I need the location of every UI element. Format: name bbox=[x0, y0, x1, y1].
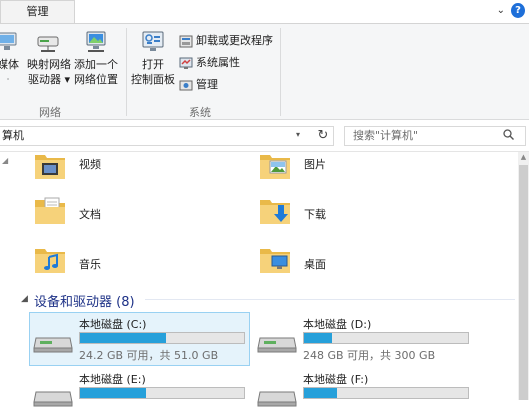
folder-label[interactable]: 视频 bbox=[79, 156, 101, 172]
section-title[interactable]: 设备和驱动器 (8) bbox=[34, 291, 135, 310]
open-control-panel-line1: 打开 bbox=[142, 58, 164, 71]
hard-drive-icon bbox=[256, 384, 298, 408]
add-network-location-line1: 添加一个 bbox=[74, 58, 118, 71]
tab-manage[interactable]: 管理 bbox=[0, 0, 75, 23]
drive-usage-bar bbox=[303, 332, 469, 344]
drive-usage-bar bbox=[303, 387, 469, 399]
collapse-arrow-icon[interactable]: ◢ bbox=[2, 156, 8, 165]
refresh-button[interactable]: ↻ bbox=[314, 127, 332, 145]
search-input[interactable]: 搜索"计算机" bbox=[344, 126, 526, 146]
add-network-location-icon bbox=[82, 30, 110, 54]
uninstall-icon bbox=[179, 35, 193, 48]
drive-usage-fill bbox=[80, 333, 167, 343]
manage-label: 管理 bbox=[196, 78, 218, 91]
drive-usage-fill bbox=[80, 388, 146, 398]
system-group-label: 系统 bbox=[189, 106, 211, 119]
drive-name[interactable]: 本地磁盘 (E:) bbox=[79, 371, 146, 387]
downloads-folder-icon[interactable] bbox=[258, 194, 292, 228]
hard-drive-icon bbox=[32, 384, 74, 408]
drive-usage-fill bbox=[304, 333, 332, 343]
drive-free-space: 24.2 GB 可用，共 51.0 GB bbox=[79, 349, 219, 362]
access-media-button[interactable]: 媒体 · bbox=[0, 30, 26, 87]
help-button[interactable]: ? bbox=[511, 3, 525, 18]
drive-name[interactable]: 本地磁盘 (F:) bbox=[303, 371, 368, 387]
uninstall-program-button[interactable]: 卸载或更改程序 bbox=[179, 33, 273, 49]
hard-drive-icon bbox=[256, 330, 298, 354]
access-media-line1: 媒体 bbox=[0, 58, 19, 71]
folder-label[interactable]: 桌面 bbox=[304, 256, 326, 272]
folder-label[interactable]: 下载 bbox=[304, 206, 326, 222]
drive-name[interactable]: 本地磁盘 (D:) bbox=[303, 316, 371, 332]
drive-usage-bar bbox=[79, 387, 245, 399]
map-network-drive-button[interactable]: 映射网络 驱动器 ▾ bbox=[26, 30, 72, 87]
drive-usage-fill bbox=[304, 388, 337, 398]
network-drive-icon bbox=[35, 30, 63, 54]
map-network-drive-line2: 驱动器 ▾ bbox=[27, 73, 71, 86]
scrollbar-thumb[interactable] bbox=[519, 165, 528, 400]
documents-folder-icon[interactable] bbox=[33, 194, 67, 228]
drive-usage-bar bbox=[79, 332, 245, 344]
access-media-line2: · bbox=[6, 75, 10, 84]
ribbon-separator bbox=[280, 28, 281, 116]
uninstall-program-label: 卸载或更改程序 bbox=[196, 34, 273, 47]
drive-name: 本地磁盘 (C:) bbox=[79, 318, 147, 331]
search-icon[interactable] bbox=[503, 129, 514, 140]
ribbon: 媒体 · 映射网络 驱动器 ▾ 添加一个 网络位置 网络 打开 控制面板 卸载或… bbox=[0, 23, 529, 120]
folder-label[interactable]: 文档 bbox=[79, 206, 101, 222]
folder-label[interactable]: 图片 bbox=[304, 156, 326, 172]
address-bar[interactable]: 算机 bbox=[0, 126, 334, 146]
ribbon-controls: ⌄ ? bbox=[494, 3, 525, 18]
system-properties-button[interactable]: 系统属性 bbox=[179, 55, 240, 71]
ribbon-separator bbox=[126, 28, 127, 116]
pictures-folder-icon[interactable] bbox=[258, 149, 292, 183]
scroll-up-icon[interactable]: ▲ bbox=[518, 153, 529, 163]
system-properties-icon bbox=[179, 57, 193, 70]
manage-icon bbox=[179, 79, 193, 92]
drive-free-space: 248 GB 可用，共 300 GB bbox=[303, 349, 436, 362]
control-panel-icon bbox=[139, 30, 167, 54]
ribbon-expand-button[interactable]: ⌄ bbox=[494, 5, 508, 16]
media-icon bbox=[0, 30, 22, 54]
system-properties-label: 系统属性 bbox=[196, 56, 240, 69]
ribbon-tab-bar: 管理 ⌄ ? bbox=[0, 0, 529, 23]
section-divider bbox=[145, 299, 515, 300]
map-network-drive-line1: 映射网络 bbox=[27, 58, 71, 71]
section-collapse-icon[interactable]: ◢ bbox=[21, 294, 28, 304]
open-control-panel-line2: 控制面板 bbox=[131, 73, 175, 86]
music-folder-icon[interactable] bbox=[33, 243, 67, 277]
address-dropdown-button[interactable]: ▾ bbox=[296, 130, 300, 139]
open-control-panel-button[interactable]: 打开 控制面板 bbox=[129, 30, 177, 87]
add-network-location-line2: 网络位置 bbox=[74, 73, 118, 86]
network-group-label: 网络 bbox=[39, 106, 61, 119]
hard-drive-icon bbox=[32, 330, 74, 354]
add-network-location-button[interactable]: 添加一个 网络位置 bbox=[72, 30, 120, 87]
manage-button[interactable]: 管理 bbox=[179, 77, 218, 93]
video-folder-icon[interactable] bbox=[33, 149, 67, 183]
address-bar-row: 算机 ▾ ↻ 搜索"计算机" bbox=[0, 121, 529, 152]
folder-label[interactable]: 音乐 bbox=[79, 256, 101, 272]
desktop-folder-icon[interactable] bbox=[258, 243, 292, 277]
